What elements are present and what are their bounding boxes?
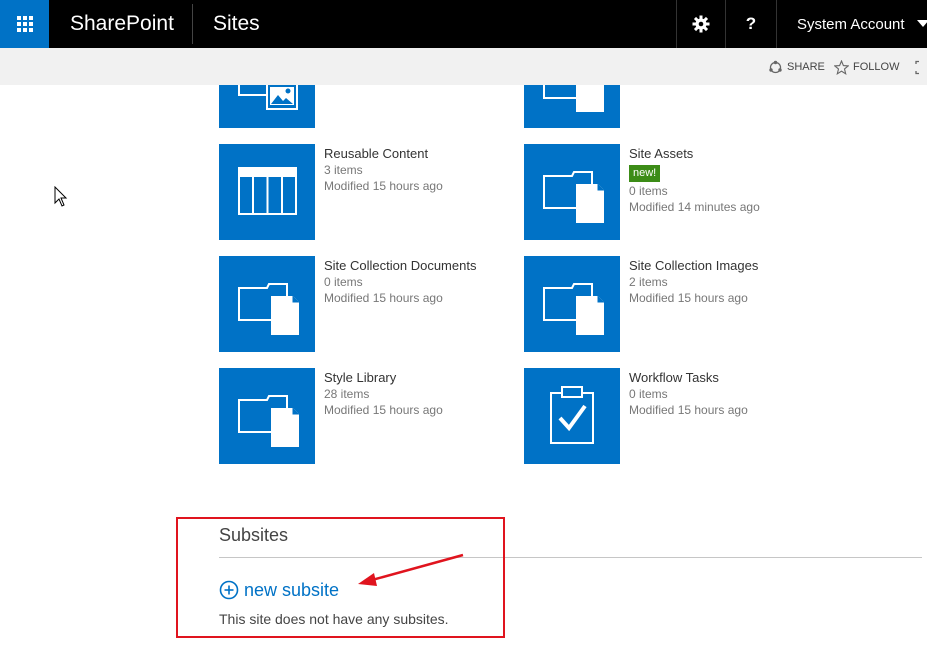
suite-bar: SharePoint Sites ? System Account (0, 0, 927, 48)
item-count: 2 items (629, 275, 668, 289)
empty-message: This site does not have any subsites. (219, 611, 449, 627)
item-count: 3 items (324, 163, 363, 177)
caret-down-icon (917, 20, 927, 27)
tile-document-library[interactable] (524, 85, 620, 128)
tile-title[interactable]: Site Collection Documents (324, 258, 476, 274)
tile-info-workflow-tasks: Workflow Tasks 0 items Modified 15 hours… (629, 370, 748, 418)
item-count: 0 items (629, 387, 668, 401)
subsites-heading: Subsites (219, 525, 289, 545)
new-badge: new! (629, 165, 661, 182)
brand-link[interactable]: SharePoint (70, 0, 174, 48)
settings-button[interactable] (677, 0, 725, 48)
modified-time: Modified 15 hours ago (324, 403, 443, 417)
item-count: 0 items (324, 275, 363, 289)
item-count: 0 items (629, 184, 668, 198)
tile-title[interactable]: Workflow Tasks (629, 370, 748, 386)
help-button[interactable]: ? (726, 0, 776, 48)
folder-document-icon (238, 283, 299, 335)
new-subsite-label: new subsite (244, 579, 340, 600)
follow-label: FOLLOW (853, 61, 900, 73)
account-name: System Account (797, 15, 905, 33)
sites-link[interactable]: Sites (213, 0, 260, 48)
tile-title[interactable]: Site Collection Images (629, 258, 758, 274)
tile-site-collection-images[interactable] (524, 256, 620, 352)
new-subsite-link[interactable]: new subsite (219, 578, 339, 602)
picture-library-icon (238, 85, 298, 110)
modified-time: Modified 15 hours ago (629, 291, 748, 305)
tile-info-style-library: Style Library 28 items Modified 15 hours… (324, 370, 443, 418)
tile-info-site-collection-documents: Site Collection Documents 0 items Modifi… (324, 258, 476, 306)
tile-workflow-tasks[interactable] (524, 368, 620, 464)
tile-info-site-collection-images: Site Collection Images 2 items Modified … (629, 258, 758, 306)
star-icon (834, 59, 849, 75)
annotation-arrow-icon (358, 553, 464, 586)
gear-icon (692, 15, 710, 33)
share-button[interactable]: SHARE (768, 58, 825, 76)
item-count: 28 items (324, 387, 370, 401)
folder-document-icon (238, 395, 299, 447)
tile-info-site-assets: Site Assets new! 0 items Modified 14 min… (629, 146, 760, 215)
waffle-icon (16, 16, 33, 32)
tile-site-assets[interactable] (524, 144, 620, 240)
tile-title[interactable]: Reusable Content (324, 146, 443, 162)
section-divider (219, 557, 922, 558)
tile-title[interactable]: Site Assets (629, 146, 760, 162)
tile-style-library[interactable] (219, 368, 315, 464)
share-icon (769, 60, 782, 73)
modified-time: Modified 15 hours ago (324, 291, 443, 305)
mouse-pointer-icon (54, 186, 68, 207)
modified-time: Modified 15 hours ago (324, 179, 443, 193)
folder-document-icon (543, 171, 604, 223)
tile-site-collection-documents[interactable] (219, 256, 315, 352)
folder-document-icon (543, 283, 604, 335)
folder-document-icon (543, 85, 604, 112)
list-icon (238, 167, 297, 215)
focus-icon (915, 60, 919, 74)
brand-divider (192, 4, 193, 44)
follow-button[interactable]: FOLLOW (834, 58, 899, 76)
app-launcher-button[interactable] (0, 0, 49, 48)
modified-time: Modified 14 minutes ago (629, 200, 760, 214)
account-menu[interactable]: System Account (777, 0, 927, 48)
task-clipboard-icon (550, 386, 594, 444)
tile-picture-library[interactable] (219, 85, 315, 128)
plus-circle-icon (219, 580, 239, 600)
ribbon-bar: SHARE FOLLOW (0, 48, 927, 85)
modified-time: Modified 15 hours ago (629, 403, 748, 417)
tile-info-reusable-content: Reusable Content 3 items Modified 15 hou… (324, 146, 443, 194)
focus-content-button[interactable] (915, 58, 927, 76)
tile-title[interactable]: Style Library (324, 370, 443, 386)
share-label: SHARE (787, 61, 825, 73)
tile-reusable-content[interactable] (219, 144, 315, 240)
